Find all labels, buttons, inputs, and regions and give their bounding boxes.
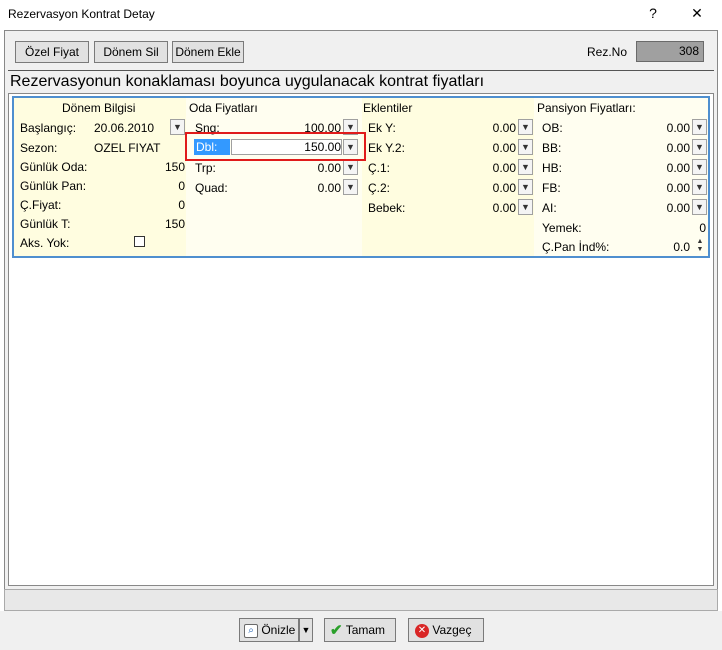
donem-header: Dönem Bilgisi: [62, 101, 136, 115]
donem-ekle-button[interactable]: Dönem Ekle: [172, 41, 244, 63]
c1-label: Ç.1:: [368, 161, 391, 175]
trp-value[interactable]: 0.00: [260, 161, 341, 175]
cpan-label: Ç.Pan İnd%:: [542, 240, 610, 254]
yemek-value: 0: [699, 221, 706, 235]
baslangic-label: Başlangıç:: [20, 121, 77, 135]
fb-dropdown-icon[interactable]: ▼: [692, 179, 707, 195]
trp-label: Trp:: [195, 161, 216, 175]
bebek-label: Bebek:: [368, 201, 406, 215]
gunluk-t-value: 150: [164, 217, 185, 231]
bb-dropdown-icon[interactable]: ▼: [692, 139, 707, 155]
divider: [8, 70, 714, 71]
rez-no-label: Rez.No: [587, 45, 628, 59]
status-bar: [4, 589, 718, 611]
preview-icon: ⌕: [244, 623, 258, 638]
fb-value[interactable]: 0.00: [610, 181, 690, 195]
oda-header: Oda Fiyatları: [189, 101, 258, 115]
window-title: Rezervasyon Kontrat Detay: [8, 7, 155, 21]
c-fiyat-label: Ç.Fiyat:: [20, 198, 62, 212]
hb-label: HB:: [542, 161, 563, 175]
c1-dropdown-icon[interactable]: ▼: [518, 159, 533, 175]
spin-arrows-icon[interactable]: ▲ ▼: [694, 238, 706, 254]
trp-dropdown-icon[interactable]: ▼: [343, 159, 358, 175]
sezon-value: OZEL FIYAT: [94, 141, 161, 155]
eklentiler-header: Eklentiler: [363, 101, 413, 115]
eky2-value[interactable]: 0.00: [440, 141, 516, 155]
ob-label: OB:: [542, 121, 563, 135]
gunluk-oda-value: 150: [164, 160, 185, 174]
bebek-dropdown-icon[interactable]: ▼: [518, 199, 533, 215]
gunluk-pan-label: Günlük Pan:: [20, 179, 87, 193]
fb-label: FB:: [542, 181, 561, 195]
yemek-label: Yemek:: [542, 221, 582, 235]
eky-label: Ek Y:: [368, 121, 396, 135]
date-dropdown-icon[interactable]: ▼: [170, 119, 185, 135]
quad-label: Quad:: [195, 181, 228, 195]
ai-value[interactable]: 0.00: [610, 201, 690, 215]
ob-dropdown-icon[interactable]: ▼: [692, 119, 707, 135]
donem-sil-button[interactable]: Dönem Sil: [94, 41, 168, 63]
hb-value[interactable]: 0.00: [610, 161, 690, 175]
aks-yok-label: Aks. Yok:: [20, 236, 70, 250]
ob-value[interactable]: 0.00: [610, 121, 690, 135]
help-button[interactable]: ?: [638, 0, 668, 27]
pansiyon-header: Pansiyon Fiyatları:: [537, 101, 636, 115]
hb-dropdown-icon[interactable]: ▼: [692, 159, 707, 175]
gunluk-t-label: Günlük T:: [20, 217, 71, 231]
ai-label: AI:: [542, 201, 557, 215]
checkmark-icon: ✔: [330, 621, 343, 639]
aks-yok-checkbox[interactable]: [134, 236, 145, 247]
rez-no-field: 308: [636, 41, 704, 62]
cpan-value[interactable]: 0.0: [640, 240, 690, 254]
baslangic-value[interactable]: 20.06.2010: [94, 121, 154, 135]
close-button[interactable]: ✕: [682, 0, 712, 27]
cancel-icon: ✕: [415, 623, 429, 638]
tamam-label: Tamam: [345, 623, 386, 637]
ai-dropdown-icon[interactable]: ▼: [692, 199, 707, 215]
highlight-box: [185, 132, 366, 161]
c2-label: Ç.2:: [368, 181, 391, 195]
section-title: Rezervasyonun konaklaması boyunca uygula…: [10, 73, 485, 90]
quad-dropdown-icon[interactable]: ▼: [343, 179, 358, 195]
vazgec-button[interactable]: ✕ Vazgeç: [408, 618, 484, 642]
ozel-fiyat-button[interactable]: Özel Fiyat: [15, 41, 89, 63]
c2-dropdown-icon[interactable]: ▼: [518, 179, 533, 195]
eky-value[interactable]: 0.00: [440, 121, 516, 135]
eky-dropdown-icon[interactable]: ▼: [518, 119, 533, 135]
c-fiyat-value: 0: [178, 198, 185, 212]
eky2-label: Ek Y.2:: [368, 141, 405, 155]
c2-value[interactable]: 0.00: [440, 181, 516, 195]
onizle-button[interactable]: ⌕ Önizle: [239, 618, 299, 642]
bb-label: BB:: [542, 141, 562, 155]
onizle-label: Önizle: [261, 623, 296, 637]
bb-value[interactable]: 0.00: [610, 141, 690, 155]
gunluk-pan-value: 0: [178, 179, 185, 193]
bebek-value[interactable]: 0.00: [440, 201, 516, 215]
tamam-button[interactable]: ✔ Tamam: [324, 618, 396, 642]
c1-value[interactable]: 0.00: [440, 161, 516, 175]
onizle-dropdown-icon[interactable]: ▼: [299, 618, 313, 642]
vazgec-label: Vazgeç: [432, 623, 472, 637]
eky2-dropdown-icon[interactable]: ▼: [518, 139, 533, 155]
quad-value[interactable]: 0.00: [260, 181, 341, 195]
sezon-label: Sezon:: [20, 141, 58, 155]
gunluk-oda-label: Günlük Oda:: [20, 160, 88, 174]
